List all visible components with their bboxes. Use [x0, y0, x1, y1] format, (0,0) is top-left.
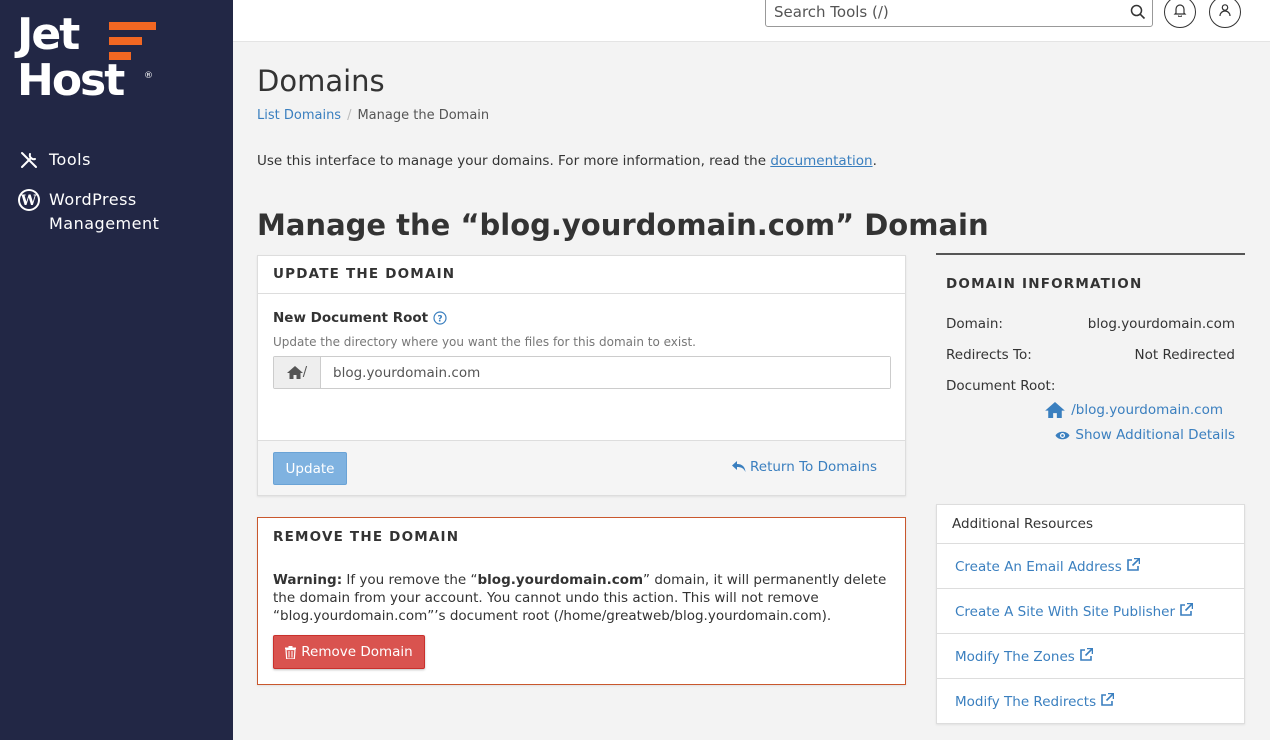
home-icon	[1045, 402, 1066, 418]
search-input[interactable]	[766, 0, 1106, 26]
resource-item-zones: Modify The Zones	[937, 634, 1244, 679]
modify-zones-label: Modify The Zones	[955, 648, 1075, 665]
resource-item-site-publisher: Create A Site With Site Publisher	[937, 589, 1244, 634]
breadcrumb-list-domains[interactable]: List Domains	[257, 108, 341, 123]
sidebar-item-wordpress-label: WordPress	[49, 190, 137, 209]
docroot-label: Document Root:	[946, 378, 1056, 394]
sidebar-item-wordpress[interactable]: W WordPress Management	[0, 188, 233, 236]
domain-information: DOMAIN INFORMATION Domain: blog.yourdoma…	[936, 253, 1245, 443]
document-root-label: New Document Root ?	[273, 310, 447, 326]
warning-domain: blog.yourdomain.com	[477, 572, 644, 588]
info-row-redirects: Redirects To: Not Redirected	[946, 347, 1235, 363]
remove-domain-title: REMOVE THE DOMAIN	[273, 529, 460, 545]
update-button[interactable]: Update	[273, 452, 347, 485]
jethost-logo[interactable]: Jet Host ®	[17, 9, 159, 110]
intro-text: Use this interface to manage your domain…	[257, 153, 877, 169]
breadcrumb-current: Manage the Domain	[357, 108, 490, 123]
documentation-link[interactable]: documentation	[770, 153, 872, 169]
create-email-link[interactable]: Create An Email Address	[955, 557, 1140, 575]
redirects-label: Redirects To:	[946, 347, 1032, 363]
external-link-icon	[1101, 693, 1115, 706]
logo-text-jet: Jet	[17, 9, 80, 60]
eye-icon	[1055, 430, 1070, 441]
redirects-value: Not Redirected	[1134, 347, 1236, 363]
warning-text-1: If you remove the “	[342, 572, 478, 588]
user-icon	[1218, 3, 1232, 21]
user-menu-button[interactable]	[1209, 0, 1241, 28]
external-link-icon	[1080, 647, 1093, 661]
create-email-label: Create An Email Address	[955, 558, 1122, 575]
sidebar: Jet Host ® Tools W WordPress Management	[0, 0, 233, 740]
sidebar-item-wordpress-label-2: Management	[49, 214, 160, 233]
logo-registered-mark: ®	[144, 71, 153, 81]
search-icon[interactable]	[1130, 4, 1146, 24]
site-publisher-label: Create A Site With Site Publisher	[955, 603, 1176, 620]
show-additional-details-link[interactable]: Show Additional Details	[1055, 427, 1235, 443]
additional-resources-panel: Additional Resources Create An Email Add…	[936, 504, 1245, 724]
home-addon: /	[274, 357, 321, 388]
update-domain-panel: UPDATE THE DOMAIN New Document Root ? Up…	[257, 255, 906, 496]
external-link-icon	[1126, 557, 1140, 571]
tools-icon	[17, 148, 41, 172]
sidebar-item-tools[interactable]: Tools	[0, 148, 233, 172]
remove-domain-button[interactable]: Remove Domain	[273, 635, 425, 669]
return-arrow-icon	[731, 461, 746, 473]
update-panel-footer: Update Return To Domains	[258, 440, 905, 495]
info-row-domain: Domain: blog.yourdomain.com	[946, 316, 1235, 332]
show-details-row: Show Additional Details	[936, 427, 1235, 443]
show-additional-details-label: Show Additional Details	[1075, 427, 1235, 443]
info-row-docroot: Document Root:	[946, 378, 1235, 394]
remove-domain-panel: REMOVE THE DOMAIN Warning: If you remove…	[257, 517, 906, 685]
page-title: Domains	[257, 64, 385, 98]
resource-item-redirects: Modify The Redirects	[937, 679, 1244, 724]
document-root-help: Update the directory where you want the …	[273, 335, 696, 349]
document-root-label-text: New Document Root	[273, 310, 429, 326]
remove-warning: Warning: If you remove the “blog.yourdom…	[273, 571, 893, 625]
modify-zones-link[interactable]: Modify The Zones	[955, 647, 1093, 665]
update-domain-title: UPDATE THE DOMAIN	[258, 256, 905, 294]
site-publisher-link[interactable]: Create A Site With Site Publisher	[955, 602, 1194, 620]
wordpress-icon: W	[17, 188, 41, 212]
resource-item-email: Create An Email Address	[937, 544, 1244, 589]
document-root-input-group: /	[273, 356, 891, 389]
bell-icon	[1173, 3, 1187, 21]
intro-end: .	[872, 153, 877, 169]
breadcrumb-separator: /	[347, 108, 352, 123]
domain-information-title: DOMAIN INFORMATION	[946, 276, 1143, 292]
trash-icon	[285, 645, 297, 659]
manage-domain-heading: Manage the “blog.yourdomain.com” Domain	[257, 208, 989, 242]
docroot-link[interactable]: /blog.yourdomain.com	[1045, 402, 1223, 418]
modify-redirects-label: Modify The Redirects	[955, 694, 1097, 710]
svg-text:?: ?	[437, 315, 442, 325]
return-to-domains-label: Return To Domains	[749, 459, 877, 475]
return-to-domains-link[interactable]: Return To Domains	[731, 459, 877, 475]
domain-value: blog.yourdomain.com	[1087, 316, 1235, 332]
modify-redirects-link[interactable]: Modify The Redirects	[955, 693, 1115, 710]
document-root-input[interactable]	[321, 357, 890, 388]
svg-text:W: W	[20, 193, 37, 209]
help-icon[interactable]: ?	[433, 311, 447, 325]
remove-domain-label: Remove Domain	[301, 644, 413, 660]
domain-label: Domain:	[946, 316, 1003, 332]
external-link-icon	[1180, 602, 1194, 616]
search-box	[765, 0, 1153, 27]
sidebar-item-tools-label: Tools	[49, 150, 91, 169]
sidebar-nav: Tools W WordPress Management	[0, 148, 233, 252]
breadcrumb: List Domains / Manage the Domain	[257, 108, 489, 123]
docroot-value: /blog.yourdomain.com	[1071, 402, 1223, 418]
docroot-link-row: /blog.yourdomain.com	[936, 402, 1223, 418]
additional-resources-title: Additional Resources	[937, 505, 1244, 544]
addon-slash: /	[302, 365, 308, 380]
notifications-button[interactable]	[1164, 0, 1196, 28]
warning-label: Warning:	[273, 572, 343, 588]
home-icon	[286, 366, 303, 379]
logo-text-host: Host	[17, 55, 125, 106]
intro-sentence: Use this interface to manage your domain…	[257, 153, 771, 169]
topbar	[233, 0, 1270, 42]
info-divider	[936, 253, 1245, 255]
